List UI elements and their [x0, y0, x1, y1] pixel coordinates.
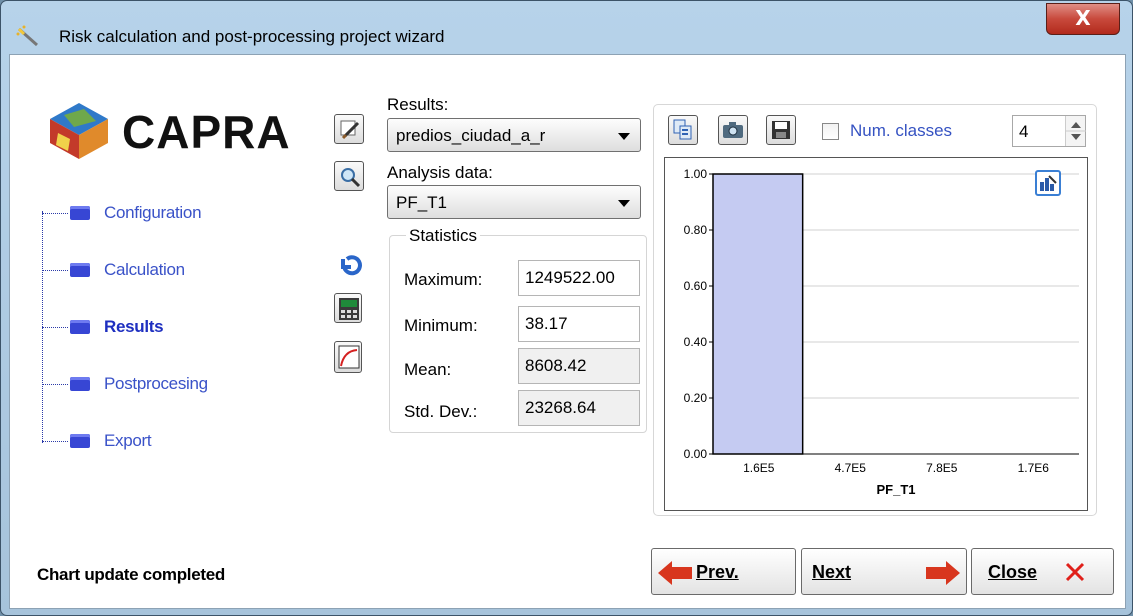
nav-item-label: Results: [104, 317, 164, 336]
nav-item-label: Calculation: [104, 260, 185, 279]
camera-icon: [723, 122, 743, 138]
minimum-label: Minimum:: [404, 316, 478, 335]
undo-button[interactable]: [337, 253, 363, 279]
snapshot-button[interactable]: [718, 115, 748, 145]
histogram-chart: 0.00 0.20 0.40 0.60 0.80 1.00 1.6E5 4.7E5 7.8E5 1…: [664, 157, 1088, 511]
y-tick-label: 0.20: [684, 391, 708, 405]
title-bar[interactable]: Risk calculation and post-processing pro…: [1, 1, 1132, 53]
window-title: Risk calculation and post-processing pro…: [59, 27, 445, 46]
nav-item-export[interactable]: Export: [42, 429, 302, 453]
num-classes-value: 4: [1019, 122, 1029, 141]
nav-item-label: Postprocesing: [104, 374, 208, 393]
chevron-down-icon: [618, 133, 630, 140]
tree-branch: [42, 213, 68, 214]
arrow-left-icon: [658, 561, 692, 585]
zoom-button[interactable]: [334, 161, 364, 191]
x-axis-label: PF_T1: [876, 482, 915, 497]
undo-icon: [341, 255, 362, 276]
curve-chart-icon: [338, 345, 360, 369]
step-bullet-icon: [70, 320, 90, 334]
tree-branch: [42, 384, 68, 385]
statistics-group: Statistics Maximum: 1249522.00 Minimum: …: [389, 226, 647, 433]
tree-branch: [42, 270, 68, 271]
step-bullet-icon: [70, 263, 90, 277]
spinner-arrows[interactable]: [1065, 116, 1086, 146]
status-text: Chart update completed: [37, 565, 225, 584]
x-tick-label: 1.7E6: [1018, 461, 1050, 475]
curve-button[interactable]: [334, 341, 362, 373]
calculator-icon: [339, 298, 359, 320]
maximum-field[interactable]: 1249522.00: [518, 260, 640, 296]
prev-button-label: Prev.: [696, 562, 739, 582]
minimum-field[interactable]: 38.17: [518, 306, 640, 342]
floppy-disk-icon: [772, 121, 790, 139]
chevron-down-icon: [618, 200, 630, 207]
num-classes-checkbox[interactable]: [822, 123, 839, 140]
statistics-title: Statistics: [406, 226, 481, 246]
y-tick-label: 0.80: [684, 223, 708, 237]
chart-settings-button[interactable]: [1035, 170, 1061, 196]
chart-panel: Num. classes 4 0.00 0.20 0.40 0.60 0.80 1.00 1…: [653, 104, 1097, 516]
y-tick-label: 0.40: [684, 335, 708, 349]
chart-edit-icon: [1040, 175, 1057, 191]
x-tick-label: 1.6E5: [743, 461, 775, 475]
results-label: Results:: [387, 95, 449, 114]
wizard-window: Risk calculation and post-processing pro…: [0, 0, 1133, 616]
mean-field: 8608.42: [518, 348, 640, 384]
analysis-selected-value: PF_T1: [396, 193, 448, 212]
y-tick-label: 0.00: [684, 447, 708, 461]
close-button-label: Close: [988, 562, 1038, 582]
close-button[interactable]: Close: [971, 548, 1114, 595]
arrow-right-icon: [926, 561, 960, 585]
num-classes-spinner[interactable]: 4: [1012, 115, 1086, 147]
step-bullet-icon: [70, 206, 90, 220]
stddev-field: 23268.64: [518, 390, 640, 426]
next-button-label: Next: [812, 562, 852, 582]
spin-up-down-icon: [1066, 122, 1086, 140]
edit-results-button[interactable]: [334, 114, 364, 144]
step-bullet-icon: [70, 377, 90, 391]
magnifier-icon: [341, 168, 361, 188]
copy-chart-button[interactable]: [668, 115, 698, 145]
capra-logo: CAPRA: [44, 97, 304, 163]
nav-item-label: Export: [104, 431, 152, 450]
wizard-steps-tree: Configuration Calculation Results Postpr…: [38, 201, 308, 461]
tree-branch: [42, 327, 68, 328]
y-tick-label: 0.60: [684, 279, 708, 293]
y-tick-label: 1.00: [684, 167, 708, 181]
nav-item-postprocesing[interactable]: Postprocesing: [42, 372, 302, 396]
stddev-label: Std. Dev.:: [404, 402, 478, 421]
capra-logo-text: CAPRA: [122, 106, 291, 158]
mean-label: Mean:: [404, 360, 452, 379]
x-tick-label: 7.8E5: [926, 461, 958, 475]
window-close-button[interactable]: X: [1046, 3, 1120, 35]
nav-item-calculation[interactable]: Calculation: [42, 258, 302, 282]
brush-icon: [340, 120, 360, 140]
copy-icon: [673, 119, 692, 140]
results-selected-value: predios_ciudad_a_r: [396, 126, 546, 145]
nav-item-label: Configuration: [104, 203, 202, 222]
results-dropdown[interactable]: predios_ciudad_a_r: [387, 118, 641, 152]
maximum-label: Maximum:: [404, 270, 483, 289]
x-tick-label: 4.7E5: [835, 461, 867, 475]
nav-item-results[interactable]: Results: [42, 315, 302, 339]
calculator-button[interactable]: [334, 293, 362, 323]
prev-button[interactable]: Prev.: [651, 548, 796, 595]
next-button[interactable]: Next: [801, 548, 967, 595]
tree-branch: [42, 441, 68, 442]
wand-icon: [16, 25, 38, 47]
analysis-data-dropdown[interactable]: PF_T1: [387, 185, 641, 219]
nav-item-configuration[interactable]: Configuration: [42, 201, 302, 225]
capra-logo-icon: [50, 103, 108, 159]
analysis-data-label: Analysis data:: [387, 163, 493, 182]
histogram-svg: 0.00 0.20 0.40 0.60 0.80 1.00 1.6E5 4.7E5 7.8E5 1…: [684, 167, 1079, 497]
close-icon: [1065, 562, 1085, 582]
histogram-bar: [712, 173, 804, 455]
step-bullet-icon: [70, 434, 90, 448]
num-classes-label: Num. classes: [850, 121, 953, 140]
save-chart-button[interactable]: [766, 115, 796, 145]
